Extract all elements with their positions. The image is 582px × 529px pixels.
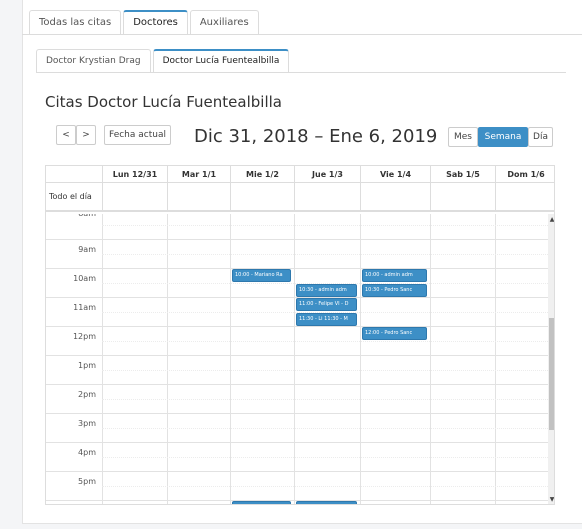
calendar-event[interactable]: 10:00 - admin adm	[362, 269, 427, 282]
day-header-thu: Jue 1/3	[294, 166, 360, 183]
half-hour-line	[102, 224, 548, 226]
today-button[interactable]: Fecha actual	[104, 125, 171, 145]
week-calendar: Lun 12/31 Mar 1/1 Mie 1/2 Jue 1/3 Vie 1/…	[45, 165, 555, 505]
view-month-button[interactable]: Mes	[448, 127, 478, 147]
calendar-event[interactable]: 10:00 - Mariano Ra	[232, 269, 291, 282]
half-hour-line	[102, 427, 548, 429]
half-hour-line	[102, 253, 548, 255]
half-hour-line	[102, 340, 548, 342]
calendar-title: Citas Doctor Lucía Fuentealbilla	[45, 93, 282, 111]
tab-doctores[interactable]: Doctores	[123, 10, 188, 35]
all-day-cell[interactable]	[430, 183, 495, 212]
calendar-event[interactable]: 11:00 - Felipe VI - D	[296, 298, 357, 311]
all-day-cell[interactable]	[360, 183, 430, 212]
calendar-event[interactable]: 11:30 - Li 11:30 - M	[296, 312, 357, 326]
column-divider	[102, 214, 103, 504]
half-hour-line	[102, 456, 548, 458]
time-label: 11am	[73, 303, 96, 312]
hour-line	[46, 471, 548, 472]
scroll-down-arrow[interactable]: ▼	[548, 496, 554, 504]
time-label: 2pm	[78, 390, 96, 399]
column-divider	[430, 214, 431, 504]
tab-doctor-krystian[interactable]: Doctor Krystian Drag	[36, 49, 151, 73]
column-divider	[230, 214, 231, 504]
hour-line	[46, 268, 548, 269]
time-label: 3pm	[78, 419, 96, 428]
time-label: 1pm	[78, 361, 96, 370]
view-day-button[interactable]: Día	[528, 127, 553, 147]
all-day-cell[interactable]	[495, 183, 554, 212]
day-header-fri: Vie 1/4	[360, 166, 430, 183]
all-day-row: Todo el día	[46, 183, 554, 212]
scrollbar-thumb[interactable]	[549, 318, 554, 430]
scroll-up-arrow[interactable]: ▲	[548, 216, 554, 224]
column-divider	[167, 214, 168, 504]
doctor-tab-divider	[36, 72, 566, 73]
calendar-event[interactable]: 12:00 - Pedro Sanc	[362, 327, 427, 340]
calendar-event[interactable]: 6:00 - Felipe VI - Di	[296, 501, 357, 504]
day-header-sat: Sab 1/5	[430, 166, 495, 183]
view-week-button[interactable]: Semana	[478, 127, 528, 147]
calendar-event[interactable]: 10:30 - Pedro Sanc	[362, 283, 427, 297]
day-header-row: Lun 12/31 Mar 1/1 Mie 1/2 Jue 1/3 Vie 1/…	[46, 166, 554, 183]
scrollbar[interactable]: ▲ ▼	[548, 214, 554, 504]
hour-line	[46, 239, 548, 240]
column-divider	[495, 214, 496, 504]
time-label: 10am	[73, 274, 96, 283]
doctor-tabs: Doctor Krystian Drag Doctor Lucía Fuente…	[36, 49, 291, 73]
all-day-cell[interactable]	[230, 183, 294, 212]
time-grid[interactable]: 8am ▲ ▼ 9am10am11am12pm1pm2pm3pm4pm5pm6p…	[46, 214, 554, 504]
time-label: 12pm	[72, 332, 96, 341]
column-divider	[294, 214, 295, 504]
prev-button[interactable]: <	[56, 125, 76, 145]
hour-line	[46, 355, 548, 356]
hour-line	[46, 442, 548, 443]
hour-line	[46, 413, 548, 414]
calendar-event[interactable]: 10:30 - admin adm	[296, 283, 357, 297]
next-button[interactable]: >	[76, 125, 96, 145]
day-header-sun: Dom 1/6	[495, 166, 554, 183]
half-hour-line	[102, 369, 548, 371]
all-day-cell[interactable]	[294, 183, 360, 212]
half-hour-line	[102, 398, 548, 400]
all-day-cell[interactable]	[167, 183, 230, 212]
half-hour-line	[102, 485, 548, 487]
time-label: 5pm	[78, 477, 96, 486]
day-header-tue: Mar 1/1	[167, 166, 230, 183]
column-divider	[360, 214, 361, 504]
time-label: 4pm	[78, 448, 96, 457]
all-day-cell[interactable]	[102, 183, 167, 212]
hour-line	[46, 384, 548, 385]
tab-todas-las-citas[interactable]: Todas las citas	[29, 10, 122, 35]
hour-line	[46, 326, 548, 327]
tab-auxiliares[interactable]: Auxiliares	[189, 10, 259, 35]
tab-divider	[22, 34, 582, 35]
all-day-label: Todo el día	[49, 192, 92, 201]
top-tabs: Todas las citas Doctores Auxiliares	[29, 10, 261, 35]
day-header-wed: Mie 1/2	[230, 166, 294, 183]
date-range: Dic 31, 2018 – Ene 6, 2019	[194, 126, 438, 147]
calendar-event[interactable]: 6:00 - Felipe VI - Di	[232, 501, 291, 504]
day-header-mon: Lun 12/31	[102, 166, 167, 183]
tab-doctor-lucia[interactable]: Doctor Lucía Fuentealbilla	[152, 49, 290, 73]
time-label: 9am	[78, 245, 96, 254]
time-label-partial: 8am	[46, 214, 96, 218]
